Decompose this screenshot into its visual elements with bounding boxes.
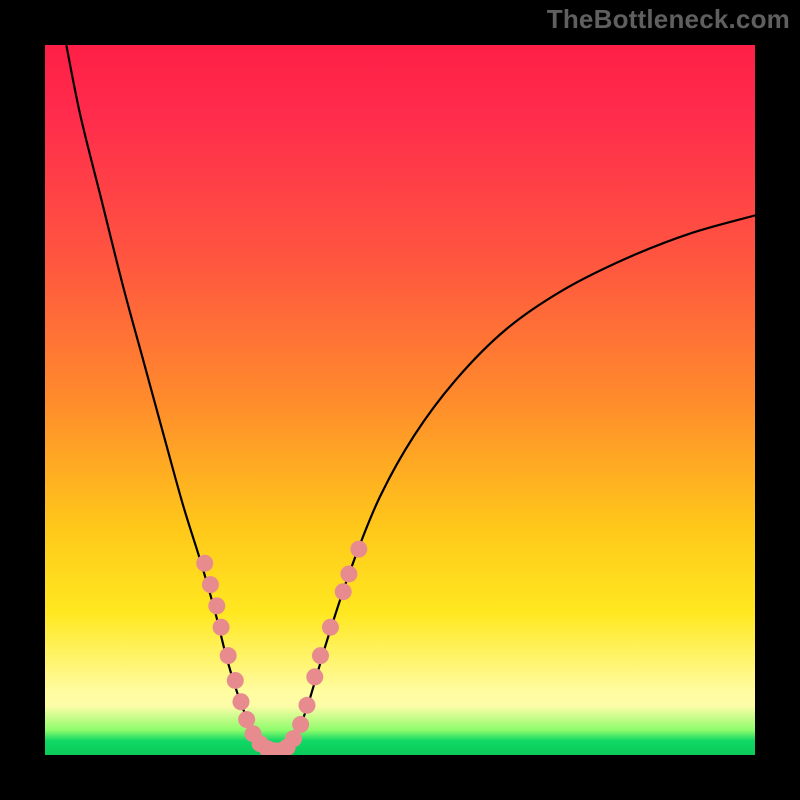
- marker-dot: [340, 565, 357, 582]
- watermark-text: TheBottleneck.com: [547, 4, 790, 35]
- curve-left-arm: [66, 45, 265, 751]
- marker-dot: [208, 597, 225, 614]
- marker-dot: [213, 619, 230, 636]
- chart-frame: TheBottleneck.com: [0, 0, 800, 800]
- marker-dot: [312, 647, 329, 664]
- marker-dot: [232, 693, 249, 710]
- marker-dot: [227, 672, 244, 689]
- marker-dot: [298, 697, 315, 714]
- marker-dot: [220, 647, 237, 664]
- marker-dot: [350, 541, 367, 558]
- marker-dot: [196, 555, 213, 572]
- highlight-markers: [196, 541, 367, 755]
- marker-dot: [335, 583, 352, 600]
- marker-dot: [306, 668, 323, 685]
- chart-svg: [45, 45, 755, 755]
- marker-dot: [292, 716, 309, 733]
- marker-dot: [322, 619, 339, 636]
- marker-dot: [202, 576, 219, 593]
- plot-area: [45, 45, 755, 755]
- curve-right-arm: [286, 215, 755, 751]
